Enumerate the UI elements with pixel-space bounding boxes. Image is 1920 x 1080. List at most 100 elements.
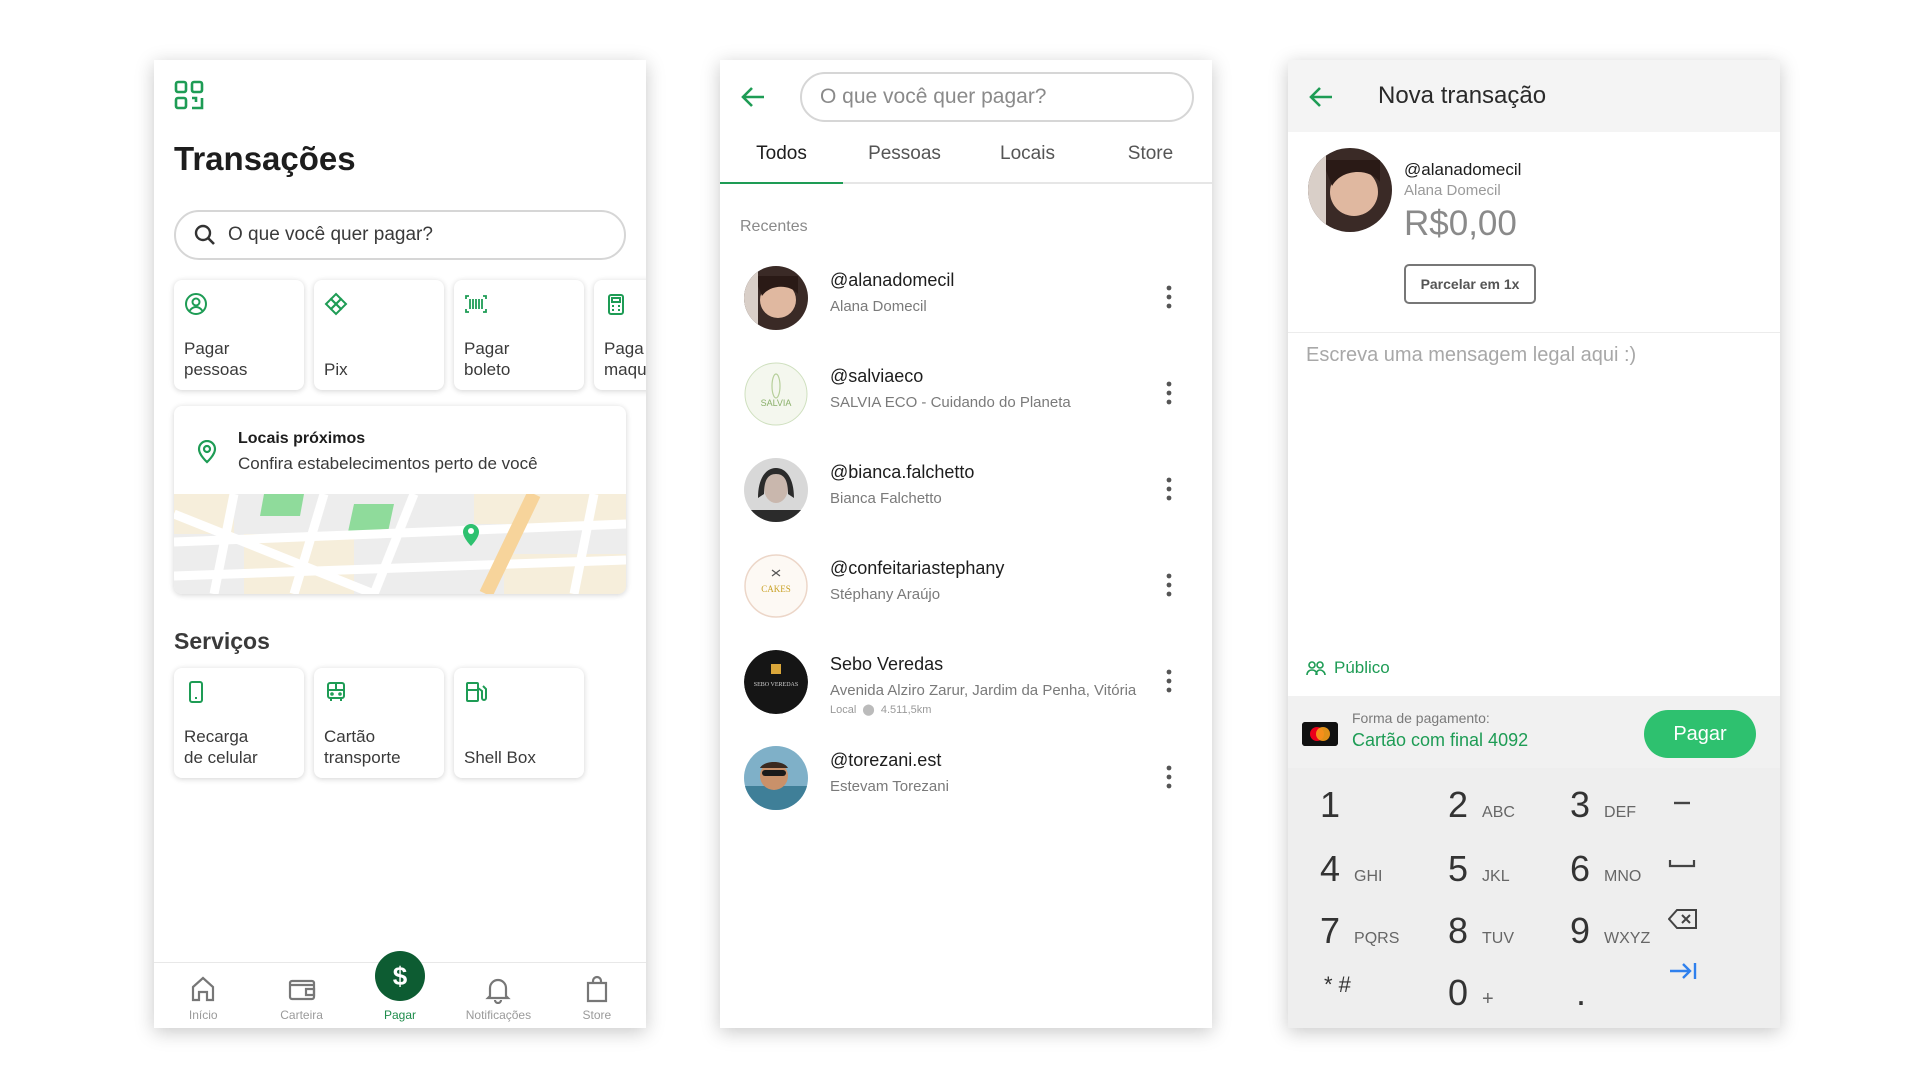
divider [1288, 332, 1780, 333]
phone-icon [189, 681, 203, 703]
search-payee-screen: O que você quer pagar? Todos Pessoas Loc… [720, 60, 1212, 1028]
key-7[interactable]: 7 PQRS [1320, 910, 1399, 952]
back-arrow-icon[interactable] [740, 84, 766, 110]
privacy-toggle[interactable]: Público [1306, 658, 1390, 678]
more-options-icon[interactable] [1166, 380, 1172, 406]
tab-pay-label: Pagar [384, 1008, 417, 1022]
bell-icon [485, 978, 512, 1004]
pay-machine-button[interactable]: Paga maqu [594, 280, 646, 390]
key-0[interactable]: 0 + [1448, 972, 1494, 1014]
pay-people-label: Pagar pessoas [184, 339, 248, 379]
next-field-icon[interactable] [1668, 960, 1698, 982]
message-input[interactable]: Escreva uma mensagem legal aqui :) [1306, 344, 1636, 367]
key-4[interactable]: 4 GHI [1320, 848, 1382, 890]
place-distance: 4.511,5km [880, 704, 932, 716]
more-options-icon[interactable] [1166, 668, 1172, 694]
tab-notifications[interactable]: Notificações [449, 963, 547, 1028]
tab-wallet-label: Carteira [280, 1008, 323, 1022]
more-options-icon[interactable] [1166, 572, 1172, 598]
page-title: Nova transação [1378, 82, 1547, 109]
map-preview[interactable] [174, 494, 626, 594]
pix-button[interactable]: Pix [314, 280, 444, 390]
backspace-icon[interactable] [1668, 908, 1698, 930]
tab-people[interactable]: Pessoas [843, 128, 966, 182]
space-key-icon[interactable] [1668, 856, 1696, 870]
key-1[interactable]: 1 [1320, 784, 1354, 826]
qr-code-icon[interactable] [174, 80, 204, 110]
payment-bar: Forma de pagamento: Cartão com final 409… [1288, 696, 1780, 768]
shell-box-label: Shell Box [464, 748, 536, 767]
list-item[interactable]: @torezani.est Estevam Torezani [720, 730, 1212, 826]
filter-tabs: Todos Pessoas Locais Store [720, 128, 1212, 184]
minus-key-icon[interactable] [1672, 800, 1692, 806]
payment-card[interactable]: Cartão com final 4092 [1352, 730, 1528, 751]
people-icon [1306, 661, 1326, 676]
avatar [744, 746, 808, 810]
key-5[interactable]: 5 JKL [1448, 848, 1510, 890]
contact-handle: @bianca.falchetto [830, 462, 975, 482]
contact-name: SALVIA ECO - Cuidando do Planeta [830, 394, 1071, 411]
key-star-hash[interactable]: * # [1324, 972, 1365, 998]
contact-name: Stéphany Araújo [830, 586, 941, 603]
phone-recharge-button[interactable]: Recarga de celular [174, 668, 304, 778]
nearby-places-card[interactable]: Locais próximos Confira estabelecimentos… [174, 406, 626, 594]
transport-card-button[interactable]: Cartão transporte [314, 668, 444, 778]
payment-method-label: Forma de pagamento: [1352, 710, 1490, 726]
dollar-icon[interactable]: $ [375, 951, 426, 1001]
svg-text:SEBO VEREDAS: SEBO VEREDAS [754, 682, 798, 688]
key-3[interactable]: 3 DEF [1570, 784, 1636, 826]
search-input[interactable]: O que você quer pagar? [174, 210, 626, 260]
tab-home-label: Início [188, 1008, 218, 1022]
pay-machine-label: Paga maqu [604, 339, 646, 379]
more-options-icon[interactable] [1166, 764, 1172, 790]
recent-label: Recentes [740, 218, 808, 235]
list-item[interactable]: SALVIA @salviaeco SALVIA ECO - Cuidando … [720, 346, 1212, 442]
tab-store[interactable]: Store [1089, 128, 1212, 182]
key-dot[interactable]: . [1576, 972, 1600, 1014]
back-arrow-icon[interactable] [1308, 84, 1334, 110]
tab-all[interactable]: Todos [720, 128, 843, 184]
tab-home[interactable]: Início [154, 963, 252, 1028]
list-item[interactable]: CAKES @confeitariastephany Stéphany Araú… [720, 538, 1212, 634]
recipient-name: Alana Domecil [1404, 182, 1501, 199]
pay-people-button[interactable]: Pagar pessoas [174, 280, 304, 390]
place-name: Sebo Veredas [830, 654, 944, 674]
search-input[interactable]: O que você quer pagar? [800, 72, 1194, 122]
pay-bill-button[interactable]: Pagar boleto [454, 280, 584, 390]
place-meta: Local ⬤ 4.511,5km [830, 703, 931, 716]
wallet-icon [288, 979, 315, 1001]
amount-field[interactable]: R$0,00 [1404, 204, 1517, 244]
key-8[interactable]: 8 TUV [1448, 910, 1514, 952]
recipient-handle: @alanadomecil [1404, 160, 1522, 179]
tab-notifications-label: Notificações [465, 1008, 532, 1022]
key-6[interactable]: 6 MNO [1570, 848, 1641, 890]
services-list: Recarga de celular Cartão transporte She… [174, 668, 584, 778]
nearby-subtitle: Confira estabelecimentos perto de você [238, 454, 538, 473]
pay-button[interactable]: Pagar [1644, 710, 1756, 758]
installments-button[interactable]: Parcelar em 1x [1404, 264, 1536, 304]
shell-box-button[interactable]: Shell Box [454, 668, 584, 778]
place-type: Local [830, 704, 857, 716]
list-item[interactable]: @bianca.falchetto Bianca Falchetto [720, 442, 1212, 538]
pix-label: Pix [324, 360, 348, 379]
header: Nova transação [1288, 60, 1780, 132]
tab-wallet[interactable]: Carteira [252, 963, 350, 1028]
recent-contacts-list: @alanadomecil Alana Domecil SALVIA @salv… [720, 250, 1212, 826]
contact-handle: @alanadomecil [830, 270, 955, 290]
contact-name: Alana Domecil [830, 298, 927, 315]
tab-store[interactable]: Store [548, 963, 646, 1028]
key-2[interactable]: 2 ABC [1448, 784, 1515, 826]
avatar [744, 458, 808, 522]
services-title: Serviços [174, 628, 270, 654]
list-item[interactable]: @alanadomecil Alana Domecil [720, 250, 1212, 346]
tab-places[interactable]: Locais [966, 128, 1089, 182]
tab-pay[interactable]: $ Pagar [351, 951, 449, 1028]
key-9[interactable]: 9 WXYZ [1570, 910, 1650, 952]
search-icon [194, 224, 215, 245]
more-options-icon[interactable] [1166, 476, 1172, 502]
list-item[interactable]: SEBO VEREDAS Sebo Veredas Avenida Alziro… [720, 634, 1212, 730]
more-options-icon[interactable] [1166, 284, 1172, 310]
avatar: CAKES [744, 554, 808, 618]
bus-icon [327, 682, 345, 701]
numeric-keypad: 1 2 ABC 3 DEF 4 GHI 5 JKL 6 MNO 7 PQRS 8 TUV 9W… [1288, 768, 1780, 1028]
